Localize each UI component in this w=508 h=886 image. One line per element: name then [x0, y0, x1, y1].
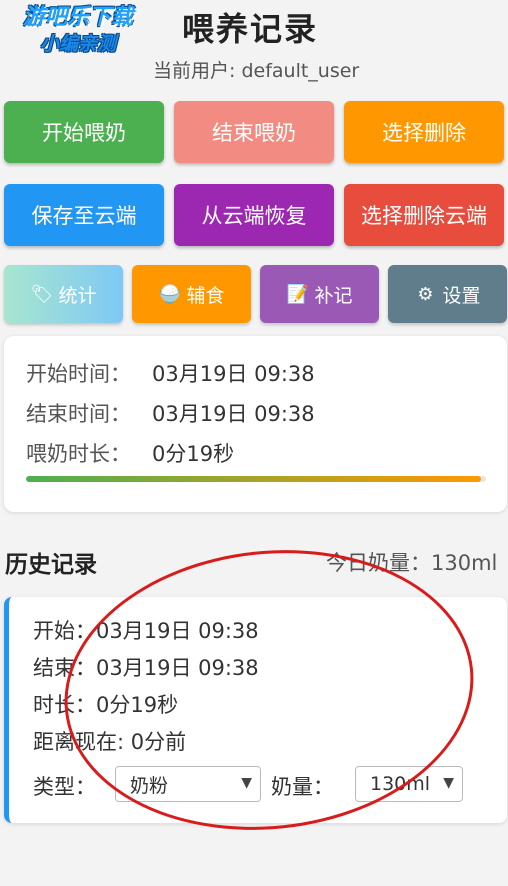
makeup-label: 补记 — [314, 284, 353, 307]
watermark-line1: 游吧乐下载 — [22, 5, 133, 30]
duration-value: 0分19秒 — [152, 442, 235, 466]
record-since: 距离现在: 0分前 — [33, 730, 187, 754]
duration-row: 喂奶时长： 0分19秒 — [26, 438, 234, 468]
start-time-row: 开始时间： 03月19日 09:38 — [26, 358, 315, 388]
watermark-line2: 小编亲测 — [39, 33, 116, 55]
gear-icon: ⚙ — [417, 283, 434, 305]
select-delete-button[interactable]: 选择删除 — [344, 101, 504, 163]
delete-cloud-button[interactable]: 选择删除云端 — [344, 184, 504, 246]
progress-fill — [26, 476, 482, 482]
record-start: 开始：03月19日 09:38 — [33, 619, 259, 643]
amount-select-value: 130ml — [370, 773, 431, 795]
food-label: 辅食 — [186, 284, 225, 307]
history-title: 历史记录 — [5, 552, 97, 578]
end-time-label: 结束时间： — [26, 402, 131, 426]
end-feeding-button[interactable]: 结束喂奶 — [174, 101, 334, 163]
chevron-down-icon: ▼ — [241, 775, 252, 791]
action-row-2: 保存至云端 从云端恢复 选择删除云端 — [4, 184, 504, 246]
chevron-down-icon: ▼ — [443, 775, 454, 791]
start-time-value: 03月19日 09:38 — [152, 362, 315, 386]
end-time-value: 03月19日 09:38 — [152, 402, 315, 426]
settings-button[interactable]: ⚙ 设置 — [388, 265, 507, 323]
start-time-label: 开始时间： — [26, 362, 131, 386]
type-select-value: 奶粉 — [130, 774, 169, 797]
memo-icon: 📝 — [286, 283, 309, 305]
record-duration: 时长：0分19秒 — [33, 693, 179, 717]
current-user: 当前用户: default_user — [153, 60, 360, 82]
start-feeding-button[interactable]: 开始喂奶 — [4, 101, 164, 163]
action-row-1: 开始喂奶 结束喂奶 选择删除 — [4, 101, 504, 163]
today-total: 今日奶量：130ml — [326, 551, 498, 575]
watermark-logo: 游吧乐下载 小编亲测 — [8, 6, 148, 64]
amount-label: 奶量： — [271, 775, 334, 799]
history-record: 开始：03月19日 09:38 结束：03月19日 09:38 时长：0分19秒… — [4, 597, 507, 823]
tag-icon: 🏷 — [30, 283, 54, 305]
duration-label: 喂奶时长： — [26, 442, 131, 466]
current-session-card: 开始时间： 03月19日 09:38 结束时间： 03月19日 09:38 喂奶… — [4, 336, 507, 512]
save-cloud-button[interactable]: 保存至云端 — [4, 184, 164, 246]
tool-row: 🏷 统计 🍚 辅食 📝 补记 ⚙ 设置 — [4, 265, 507, 323]
food-button[interactable]: 🍚 辅食 — [132, 265, 251, 323]
stats-button[interactable]: 🏷 统计 — [4, 265, 123, 323]
rice-bowl-icon: 🍚 — [158, 283, 181, 305]
settings-label: 设置 — [442, 284, 481, 307]
makeup-button[interactable]: 📝 补记 — [260, 265, 379, 323]
end-time-row: 结束时间： 03月19日 09:38 — [26, 398, 315, 428]
feeding-progress-bar — [26, 476, 486, 482]
restore-cloud-button[interactable]: 从云端恢复 — [174, 184, 334, 246]
page-title: 喂养记录 — [182, 10, 319, 48]
record-end: 结束：03月19日 09:38 — [33, 656, 259, 680]
amount-select[interactable]: 130ml ▼ — [355, 766, 463, 802]
type-select[interactable]: 奶粉 ▼ — [115, 766, 261, 802]
stats-label: 统计 — [58, 284, 97, 307]
type-label: 类型： — [33, 775, 96, 799]
